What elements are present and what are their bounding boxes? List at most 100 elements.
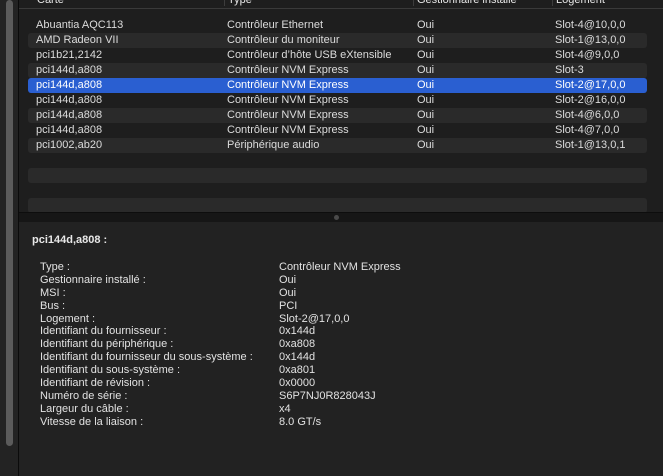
property-key: Type : bbox=[40, 261, 70, 273]
detail-pane: pci144d,a808 : Type : Contrôleur NVM Exp… bbox=[19, 222, 663, 476]
property-key: Identifiant du fournisseur du sous-systè… bbox=[40, 351, 253, 364]
property-row: Identifiant du fournisseur : 0x144d bbox=[40, 325, 640, 338]
property-row: Logement : Slot-2@17,0,0 bbox=[40, 313, 640, 326]
property-row: Identifiant du fournisseur du sous-systè… bbox=[40, 351, 640, 364]
cell-logement: Slot-3 bbox=[555, 64, 584, 76]
property-key: Identifiant du périphérique : bbox=[40, 338, 174, 351]
column-header-carte[interactable]: Carte bbox=[37, 0, 64, 8]
column-separator[interactable] bbox=[552, 0, 553, 6]
cell-gestionnaire: Oui bbox=[417, 49, 435, 61]
column-header-type[interactable]: Type bbox=[228, 0, 252, 8]
cell-logement: Slot-2@16,0,0 bbox=[555, 94, 626, 106]
column-separator[interactable] bbox=[413, 0, 414, 6]
cell-logement: Slot-2@17,0,0 bbox=[555, 79, 626, 91]
device-table: Carte ⌃ Type Gestionnaire installé Logem… bbox=[19, 0, 663, 213]
property-value: x4 bbox=[279, 402, 291, 415]
property-row: Gestionnaire installé : Oui bbox=[40, 274, 640, 287]
table-body: Abuantia AQC113 Contrôleur Ethernet Oui … bbox=[28, 18, 647, 213]
cell-gestionnaire: Oui bbox=[417, 19, 435, 31]
cell-type: Contrôleur NVM Express bbox=[227, 94, 349, 106]
table-row[interactable]: pci144d,a808 Contrôleur NVM Express Oui … bbox=[28, 93, 647, 108]
table-row[interactable]: pci144d,a808 Contrôleur NVM Express Oui … bbox=[28, 123, 647, 138]
cell-type: Contrôleur NVM Express bbox=[227, 64, 349, 76]
sidebar-scrollbar[interactable] bbox=[6, 0, 13, 446]
property-value: Slot-2@17,0,0 bbox=[279, 312, 350, 325]
property-value: Oui bbox=[279, 286, 297, 299]
table-row[interactable]: pci1002,ab20 Périphérique audio Oui Slot… bbox=[28, 138, 647, 153]
cell-type: Contrôleur NVM Express bbox=[227, 79, 349, 91]
empty-row bbox=[28, 198, 647, 213]
cell-carte: pci1002,ab20 bbox=[36, 139, 103, 151]
property-row: Largeur du câble : x4 bbox=[40, 403, 640, 416]
property-value: 0x144d bbox=[279, 325, 316, 338]
cell-logement: Slot-4@10,0,0 bbox=[555, 19, 626, 31]
cell-logement: Slot-4@9,0,0 bbox=[555, 49, 620, 61]
cell-gestionnaire: Oui bbox=[417, 139, 435, 151]
cell-gestionnaire: Oui bbox=[417, 124, 435, 136]
property-value: Contrôleur NVM Express bbox=[279, 261, 401, 273]
divider-handle-icon[interactable] bbox=[334, 215, 339, 220]
property-row: Bus : PCI bbox=[40, 300, 640, 313]
property-row: Identifiant de révision : 0x0000 bbox=[40, 377, 640, 390]
empty-row bbox=[28, 183, 647, 198]
cell-type: Contrôleur d’hôte USB eXtensible bbox=[227, 49, 392, 61]
table-row[interactable]: pci1b21,2142 Contrôleur d’hôte USB eXten… bbox=[28, 48, 647, 63]
column-separator[interactable] bbox=[224, 0, 225, 6]
cell-carte: pci1b21,2142 bbox=[36, 49, 103, 61]
cell-gestionnaire: Oui bbox=[417, 109, 435, 121]
cell-logement: Slot-4@6,0,0 bbox=[555, 109, 620, 121]
table-row[interactable]: AMD Radeon VII Contrôleur du moniteur Ou… bbox=[28, 33, 647, 48]
cell-type: Contrôleur Ethernet bbox=[227, 19, 323, 31]
table-row[interactable]: pci144d,a808 Contrôleur NVM Express Oui … bbox=[28, 108, 647, 123]
detail-title: pci144d,a808 : bbox=[32, 234, 108, 246]
property-value: S6P7NJ0R828043J bbox=[279, 389, 376, 402]
property-value: 0xa808 bbox=[279, 338, 316, 351]
cell-carte: pci144d,a808 bbox=[36, 64, 103, 76]
table-row[interactable]: Abuantia AQC113 Contrôleur Ethernet Oui … bbox=[28, 18, 647, 33]
property-key: Gestionnaire installé : bbox=[40, 273, 146, 286]
cell-carte: AMD Radeon VII bbox=[36, 34, 119, 46]
property-key: Identifiant de révision : bbox=[40, 377, 151, 390]
cell-gestionnaire: Oui bbox=[417, 34, 435, 46]
property-key: Numéro de série : bbox=[40, 389, 128, 402]
column-header-gestionnaire[interactable]: Gestionnaire installé bbox=[417, 0, 517, 8]
property-value: Oui bbox=[279, 273, 297, 286]
column-header-logement[interactable]: Logement bbox=[556, 0, 605, 8]
empty-row bbox=[28, 153, 647, 168]
cell-gestionnaire: Oui bbox=[417, 79, 435, 91]
property-row: Identifiant du périphérique : 0xa808 bbox=[40, 338, 640, 351]
cell-carte: pci144d,a808 bbox=[36, 124, 103, 136]
cell-logement: Slot-1@13,0,1 bbox=[555, 139, 626, 151]
cell-gestionnaire: Oui bbox=[417, 64, 435, 76]
property-key: Bus : bbox=[40, 299, 66, 312]
cell-carte: pci144d,a808 bbox=[36, 79, 103, 91]
property-value: 0xa801 bbox=[279, 364, 316, 377]
property-row: Type : Contrôleur NVM Express bbox=[40, 261, 640, 274]
property-list: Type : Contrôleur NVM Express Gestionnai… bbox=[40, 261, 640, 429]
property-value: 0x144d bbox=[279, 351, 316, 364]
property-value: 0x0000 bbox=[279, 377, 316, 390]
property-row: Identifiant du sous-système : 0xa801 bbox=[40, 364, 640, 377]
cell-logement: Slot-4@7,0,0 bbox=[555, 124, 620, 136]
cell-type: Périphérique audio bbox=[227, 139, 320, 151]
property-row: Vitesse de la liaison : 8.0 GT/s bbox=[40, 416, 640, 429]
cell-carte: pci144d,a808 bbox=[36, 109, 103, 121]
table-row-selected[interactable]: pci144d,a808 Contrôleur NVM Express Oui … bbox=[28, 78, 647, 93]
sidebar-strip bbox=[0, 0, 18, 476]
cell-carte: pci144d,a808 bbox=[36, 94, 103, 106]
empty-row bbox=[28, 168, 647, 183]
property-row: MSI : Oui bbox=[40, 287, 640, 300]
cell-gestionnaire: Oui bbox=[417, 94, 435, 106]
property-key: Largeur du câble : bbox=[40, 402, 129, 415]
cell-type: Contrôleur NVM Express bbox=[227, 124, 349, 136]
property-value: PCI bbox=[279, 299, 298, 312]
property-key: Identifiant du fournisseur : bbox=[40, 325, 167, 338]
cell-type: Contrôleur du moniteur bbox=[227, 34, 340, 46]
cell-type: Contrôleur NVM Express bbox=[227, 109, 349, 121]
table-header: Carte ⌃ Type Gestionnaire installé Logem… bbox=[19, 0, 663, 9]
property-key: Vitesse de la liaison : bbox=[40, 415, 144, 428]
property-key: Identifiant du sous-système : bbox=[40, 364, 181, 377]
table-row[interactable]: pci144d,a808 Contrôleur NVM Express Oui … bbox=[28, 63, 647, 78]
property-row: Numéro de série : S6P7NJ0R828043J bbox=[40, 390, 640, 403]
cell-logement: Slot-1@13,0,0 bbox=[555, 34, 626, 46]
